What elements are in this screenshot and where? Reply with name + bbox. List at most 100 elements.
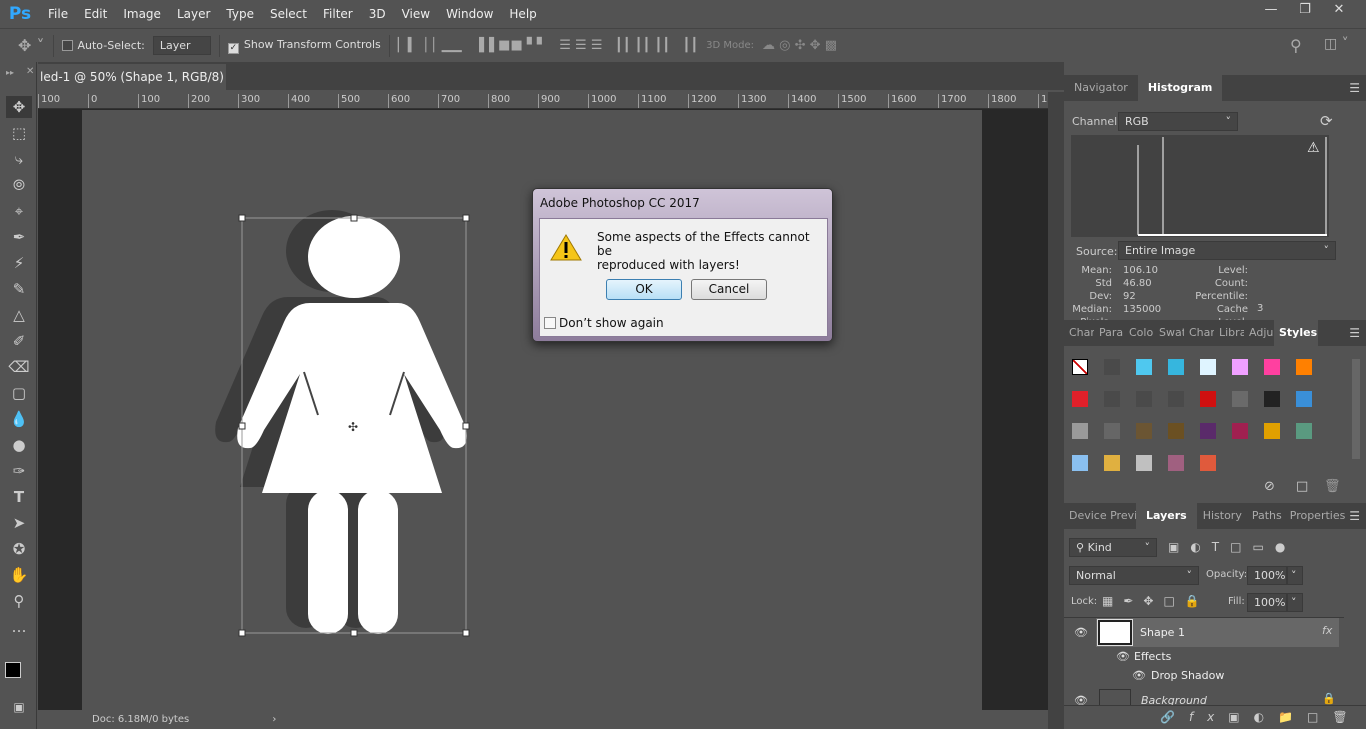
more-tools-icon[interactable]: … xyxy=(6,616,32,638)
layer-filter-icons[interactable]: ▣◐T□▭● xyxy=(1168,540,1296,554)
tab-paragraph[interactable]: Para xyxy=(1094,320,1124,346)
style-swatch[interactable] xyxy=(1200,423,1216,439)
style-swatch[interactable] xyxy=(1136,359,1152,375)
tab-character-styles[interactable]: Char xyxy=(1184,320,1214,346)
new-style-icon[interactable]: □ xyxy=(1296,479,1308,494)
style-swatch[interactable] xyxy=(1200,455,1216,471)
refresh-icon[interactable]: ⟳ xyxy=(1320,112,1333,130)
tab-properties[interactable]: Properties xyxy=(1286,503,1350,529)
style-swatch[interactable] xyxy=(1104,359,1120,375)
style-swatch[interactable] xyxy=(1072,423,1088,439)
style-swatch[interactable] xyxy=(1168,391,1184,407)
tab-layers[interactable]: Layers xyxy=(1136,503,1197,529)
blur-tool-icon[interactable]: 💧 xyxy=(6,408,32,430)
move-tool-icon[interactable]: ✥ ˅ xyxy=(18,36,45,55)
ok-button[interactable]: OK xyxy=(606,279,682,300)
style-swatch[interactable] xyxy=(1168,423,1184,439)
style-swatch[interactable] xyxy=(1168,455,1184,471)
tab-character[interactable]: Char xyxy=(1064,320,1094,346)
style-swatch[interactable] xyxy=(1104,455,1120,471)
3d-tools-icons[interactable]: ☁ ◎ ✣ ✥ ▩ xyxy=(762,38,837,53)
blend-mode-dropdown[interactable]: Normal ˅ xyxy=(1069,566,1199,585)
restore-button[interactable]: ❐ xyxy=(1288,0,1322,22)
close-panel-icon[interactable]: ✕ xyxy=(26,66,34,77)
quick-mask-icon[interactable]: ▣ xyxy=(6,696,32,718)
menu-window[interactable]: Window xyxy=(438,7,501,21)
visibility-eye-icon[interactable]: 👁 xyxy=(1074,626,1088,639)
auto-select-checkbox[interactable]: Auto-Select: xyxy=(61,39,145,52)
style-swatch[interactable] xyxy=(1264,359,1280,375)
opacity-field[interactable]: 100% xyxy=(1247,566,1287,585)
style-swatch[interactable] xyxy=(1264,391,1280,407)
tab-history[interactable]: History xyxy=(1197,503,1248,529)
style-swatch[interactable] xyxy=(1200,391,1216,407)
lock-icons[interactable]: ▦✒✥□🔒 xyxy=(1102,594,1210,608)
menu-file[interactable]: File xyxy=(40,7,76,21)
dodge-tool-icon[interactable]: ● xyxy=(6,434,32,456)
drop-shadow-eye-icon[interactable]: 👁 xyxy=(1132,669,1146,682)
tab-color[interactable]: Colo xyxy=(1124,320,1154,346)
styles-scrollbar[interactable] xyxy=(1352,359,1360,459)
tab-navigator[interactable]: Navigator xyxy=(1064,75,1138,101)
style-swatch[interactable] xyxy=(1168,359,1184,375)
cancel-button[interactable]: Cancel xyxy=(691,279,767,300)
panel-menu-icon[interactable]: ☰ xyxy=(1349,81,1360,95)
source-dropdown[interactable]: Entire Image ˅ xyxy=(1118,241,1336,260)
menu-select[interactable]: Select xyxy=(262,7,315,21)
style-swatch[interactable] xyxy=(1264,423,1280,439)
fill-field[interactable]: 100% xyxy=(1247,593,1287,612)
hand-tool-icon[interactable]: ✋ xyxy=(6,564,32,586)
style-swatch[interactable] xyxy=(1296,359,1312,375)
style-swatch[interactable] xyxy=(1232,423,1248,439)
marquee-tool-icon[interactable]: ⬚ xyxy=(6,122,32,144)
layers-footer-icons[interactable]: 🔗fx▣◐📁□🗑 xyxy=(1064,705,1366,729)
align-icons[interactable]: ▏▍ ││ ▁▁ ▐▐ ■■ ▘▘ ☰ ☰ ☰ ┃┃ ┃┃ ┃┃ ┃┃ xyxy=(398,38,698,53)
path-select-tool-icon[interactable]: ➤ xyxy=(6,512,32,534)
pen-tool-icon[interactable]: ✑ xyxy=(6,460,32,482)
menu-image[interactable]: Image xyxy=(115,7,169,21)
opacity-dropdown-icon[interactable]: ˅ xyxy=(1287,566,1303,585)
foreground-color-swatch[interactable] xyxy=(5,662,21,678)
document-tab[interactable]: led-1 @ 50% (Shape 1, RGB/8) * ✕ xyxy=(38,64,226,110)
tab-adjustments[interactable]: Adju xyxy=(1244,320,1274,346)
layer-filter-dropdown[interactable]: ⚲ Kind ˅ xyxy=(1069,538,1157,557)
menu-edit[interactable]: Edit xyxy=(76,7,115,21)
style-swatch[interactable] xyxy=(1072,455,1088,471)
workspace-icon[interactable]: ◫ ˅ xyxy=(1324,36,1349,52)
panel-menu-icon[interactable]: ☰ xyxy=(1349,509,1360,523)
tab-swatches[interactable]: Swat xyxy=(1154,320,1184,346)
menu-type[interactable]: Type xyxy=(218,7,262,21)
dont-show-again-checkbox[interactable]: Don’t show again xyxy=(544,316,664,330)
status-menu-arrow-icon[interactable]: › xyxy=(272,714,276,725)
style-swatch[interactable] xyxy=(1136,455,1152,471)
style-swatch[interactable] xyxy=(1232,359,1248,375)
style-swatch[interactable] xyxy=(1296,423,1312,439)
eyedropper-tool-icon[interactable]: ✒ xyxy=(6,226,32,248)
style-swatch[interactable] xyxy=(1136,391,1152,407)
tab-styles[interactable]: Styles xyxy=(1274,320,1318,346)
minimize-button[interactable]: — xyxy=(1254,0,1288,22)
vertical-scrollbar[interactable] xyxy=(1048,92,1064,729)
style-swatch[interactable] xyxy=(1072,391,1088,407)
stamp-tool-icon[interactable]: △ xyxy=(6,304,32,326)
auto-select-target-dropdown[interactable]: Layer xyxy=(152,36,211,55)
fill-dropdown-icon[interactable]: ˅ xyxy=(1287,593,1303,612)
tab-histogram[interactable]: Histogram xyxy=(1137,75,1223,101)
layer-row-shape-1[interactable]: Shape 1 fx xyxy=(1096,618,1339,647)
style-swatch[interactable] xyxy=(1200,359,1216,375)
menu-3d[interactable]: 3D xyxy=(361,7,394,21)
menu-filter[interactable]: Filter xyxy=(315,7,361,21)
tab-libraries[interactable]: Libra xyxy=(1214,320,1244,346)
healing-brush-tool-icon[interactable]: ⚡ xyxy=(6,252,32,274)
menu-view[interactable]: View xyxy=(394,7,438,21)
custom-shape-tool-icon[interactable]: ✪ xyxy=(6,538,32,560)
effects-visibility-eye-icon[interactable]: 👁 xyxy=(1116,650,1130,663)
layer-effects-fx-icon[interactable]: fx xyxy=(1322,624,1332,637)
crop-tool-icon[interactable]: ⌖ xyxy=(6,200,32,222)
menu-layer[interactable]: Layer xyxy=(169,7,218,21)
style-swatch[interactable] xyxy=(1104,423,1120,439)
close-button[interactable]: ✕ xyxy=(1322,0,1356,22)
quick-select-tool-icon[interactable]: ⦾ xyxy=(6,174,32,196)
style-swatch[interactable] xyxy=(1232,391,1248,407)
tab-paths[interactable]: Paths xyxy=(1248,503,1286,529)
